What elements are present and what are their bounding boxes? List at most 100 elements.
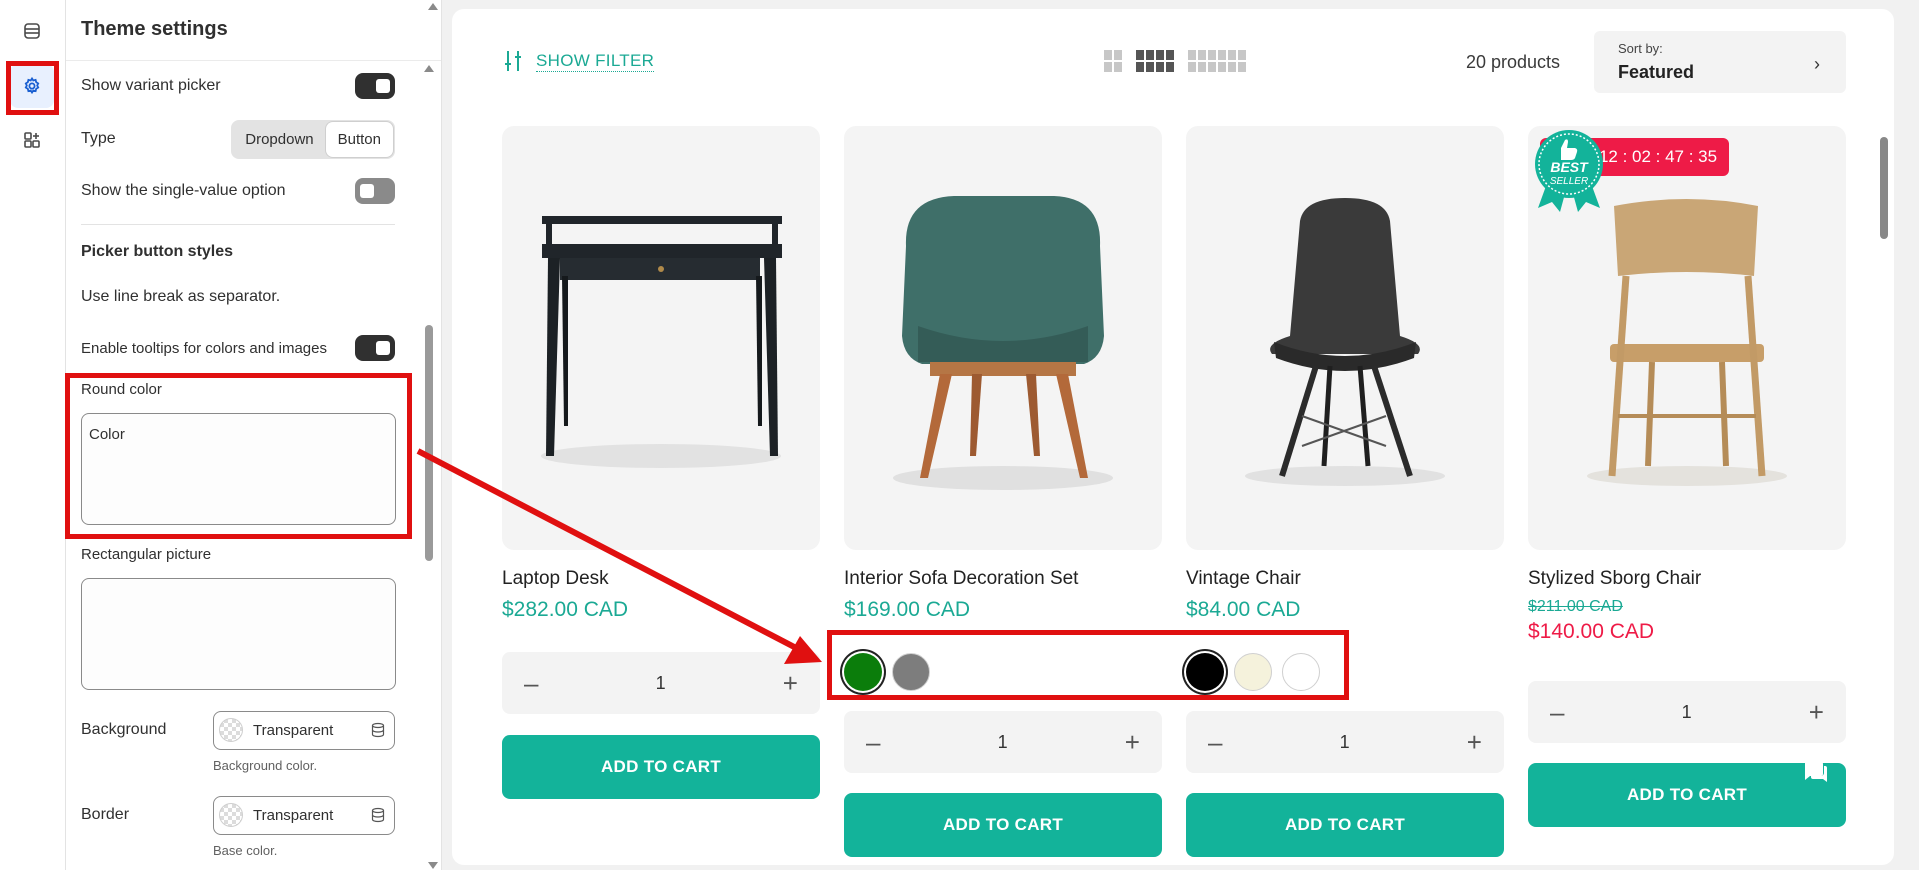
- quantity-stepper: – 1 +: [1528, 681, 1846, 743]
- database-icon: [371, 807, 385, 823]
- line-break-note: Use line break as separator.: [81, 288, 281, 305]
- add-to-cart-button[interactable]: ADD TO CART: [502, 735, 820, 799]
- minus-icon[interactable]: –: [866, 727, 880, 758]
- border-row: Border Transparent: [81, 795, 395, 835]
- tooltips-label: Enable tooltips for colors and images: [81, 339, 327, 357]
- quantity-value[interactable]: 1: [998, 732, 1008, 753]
- highlight-round-color-box: [65, 373, 412, 539]
- svg-text:BEST: BEST: [1550, 159, 1589, 175]
- product-image[interactable]: [502, 126, 820, 550]
- background-help: Background color.: [213, 758, 318, 773]
- product-name[interactable]: Vintage Chair: [1186, 568, 1504, 590]
- single-value-toggle[interactable]: [355, 178, 395, 204]
- rect-picture-textarea[interactable]: [81, 578, 396, 690]
- product-name[interactable]: Stylized Sborg Chair: [1528, 568, 1846, 590]
- rect-picture-label: Rectangular picture: [81, 546, 212, 563]
- product-count: 20 products: [1466, 52, 1561, 72]
- add-to-cart-button[interactable]: ADD TO CART: [1186, 793, 1504, 857]
- outer-scroll-up-icon[interactable]: [428, 3, 438, 10]
- outer-scroll-down-icon[interactable]: [428, 862, 438, 869]
- chevron-right-icon: ›: [1814, 54, 1820, 74]
- transparent-swatch-icon: [219, 803, 243, 827]
- grid-view-switcher: [1104, 50, 1246, 72]
- sale-price: $140.00 CAD: [1528, 620, 1655, 643]
- show-variant-picker-toggle[interactable]: [355, 73, 395, 99]
- quantity-value[interactable]: 1: [1682, 702, 1692, 723]
- border-color-field[interactable]: Transparent: [213, 795, 395, 835]
- product-name[interactable]: Interior Sofa Decoration Set: [844, 568, 1162, 590]
- single-value-row: Show the single-value option: [81, 178, 395, 204]
- background-label: Background: [81, 721, 167, 738]
- quantity-value[interactable]: 1: [1340, 732, 1350, 753]
- type-option-button[interactable]: Button: [325, 121, 393, 157]
- grid-4-icon[interactable]: [1136, 50, 1174, 72]
- border-value: Transparent: [253, 806, 334, 824]
- quantity-stepper: – 1 +: [502, 652, 820, 714]
- tooltips-row: Enable tooltips for colors and images: [81, 335, 395, 361]
- transparent-swatch-icon: [219, 718, 243, 742]
- type-label: Type: [81, 130, 116, 147]
- filter-icon: [505, 51, 521, 71]
- compare-at-price: $211.00 CAD: [1528, 598, 1623, 615]
- product-price: $84.00 CAD: [1186, 598, 1301, 621]
- plus-icon[interactable]: +: [783, 668, 798, 699]
- show-filter-label: SHOW FILTER: [536, 50, 655, 72]
- minus-icon[interactable]: –: [1550, 697, 1564, 728]
- sort-label: Sort by:: [1618, 41, 1663, 56]
- show-filter-button[interactable]: SHOW FILTER: [504, 49, 655, 73]
- product-price: $169.00 CAD: [844, 598, 971, 621]
- sort-dropdown[interactable]: Sort by: Featured ›: [1594, 31, 1846, 93]
- add-to-cart-button[interactable]: ADD TO CART: [844, 793, 1162, 857]
- quantity-value[interactable]: 1: [656, 673, 666, 694]
- border-help: Base color.: [213, 843, 278, 858]
- picker-styles-heading: Picker button styles: [81, 243, 234, 260]
- product-card: Laptop Desk $282.00 CAD – 1 + ADD TO CAR…: [502, 126, 820, 799]
- best-seller-badge-icon: BEST SELLER: [1535, 130, 1603, 212]
- tooltips-toggle[interactable]: [355, 335, 395, 361]
- show-variant-picker-row: Show variant picker: [81, 73, 395, 99]
- border-label: Border: [81, 806, 130, 823]
- quantity-stepper: – 1 +: [1186, 711, 1504, 773]
- highlight-swatch-box: [827, 630, 1349, 700]
- background-color-field[interactable]: Transparent: [213, 710, 395, 750]
- grid-2-icon[interactable]: [1104, 50, 1122, 72]
- highlight-settings-box: [6, 61, 59, 115]
- divider: [81, 224, 395, 225]
- preview-scrollbar[interactable]: [1876, 9, 1892, 865]
- type-row: Type Dropdown Button: [81, 119, 395, 159]
- plus-icon[interactable]: +: [1809, 697, 1824, 728]
- product-image[interactable]: Sale 112 : 02 : 47 : 35 BEST SELLER: [1528, 126, 1846, 550]
- scrollbar-thumb[interactable]: [425, 325, 433, 561]
- scrollbar-thumb[interactable]: [1880, 137, 1888, 239]
- eames-chair-image: [1245, 198, 1445, 486]
- product-price: $282.00 CAD: [502, 598, 629, 621]
- product-card: Sale 112 : 02 : 47 : 35 BEST SELLER Styl…: [1528, 126, 1846, 827]
- plus-icon[interactable]: +: [1125, 727, 1140, 758]
- panel-title: Theme settings: [66, 0, 441, 61]
- quantity-stepper: – 1 +: [844, 711, 1162, 773]
- minus-icon[interactable]: –: [524, 668, 538, 699]
- grid-6-icon[interactable]: [1188, 50, 1246, 72]
- minus-icon[interactable]: –: [1208, 727, 1222, 758]
- plus-icon[interactable]: +: [1467, 727, 1482, 758]
- type-segmented-control: Dropdown Button: [231, 119, 395, 159]
- store-preview: SHOW FILTER 20 products Sort by: Feature…: [452, 9, 1894, 865]
- product-card: Vintage Chair $84.00 CAD – 1 + ADD TO CA…: [1186, 126, 1504, 857]
- scroll-up-icon[interactable]: [424, 65, 434, 72]
- product-image[interactable]: [1186, 126, 1504, 550]
- background-value: Transparent: [253, 721, 334, 739]
- database-icon: [371, 722, 385, 738]
- product-image[interactable]: [844, 126, 1162, 550]
- background-row: Background Transparent: [81, 710, 395, 750]
- chat-icon[interactable]: [1795, 752, 1835, 792]
- panel-scrollbar[interactable]: [417, 0, 441, 870]
- svg-text:SELLER: SELLER: [1550, 176, 1588, 187]
- left-rail: [0, 0, 66, 870]
- show-variant-picker-label: Show variant picker: [81, 77, 221, 94]
- desk-image: [541, 216, 782, 468]
- single-value-label: Show the single-value option: [81, 182, 286, 199]
- product-name[interactable]: Laptop Desk: [502, 568, 820, 590]
- sections-icon[interactable]: [10, 9, 54, 53]
- type-option-dropdown[interactable]: Dropdown: [233, 122, 325, 157]
- apps-icon[interactable]: [10, 118, 54, 162]
